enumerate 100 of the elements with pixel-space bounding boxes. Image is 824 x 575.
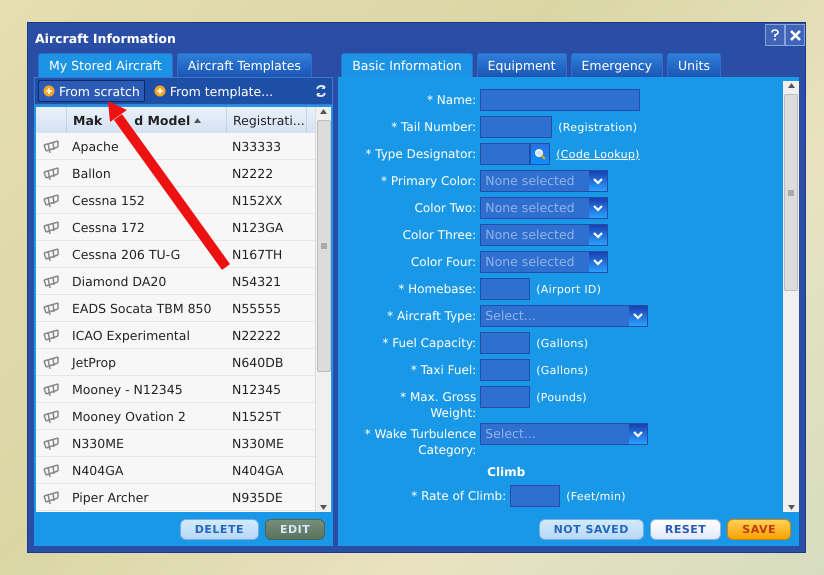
- field-label: * Wake Turbulence Category:: [364, 426, 476, 458]
- table-cell-text: N152XX: [231, 192, 284, 208]
- table-row[interactable]: Ballon N2222: [36, 160, 316, 187]
- table-cell-text: N1525T: [231, 408, 282, 424]
- tab[interactable]: Aircraft Templates: [176, 53, 312, 77]
- field-label: * Max. Gross Weight:: [399, 389, 476, 422]
- field-hint: (Gallons): [536, 336, 588, 350]
- tab[interactable]: Units: [667, 53, 721, 77]
- table-cell-text: N22222: [231, 328, 282, 342]
- field-label: * Tail Number:: [390, 119, 476, 136]
- text-input-field[interactable]: [480, 278, 530, 300]
- column-title: d Model: [134, 112, 190, 128]
- window-title: Aircraft Information: [34, 30, 176, 46]
- scroll-up-icon: [320, 109, 328, 114]
- table-row[interactable]: Piper Archer N935DE: [36, 484, 316, 511]
- text-input-field[interactable]: [480, 143, 530, 165]
- search-button[interactable]: [530, 143, 550, 165]
- scrollbar-thumb[interactable]: [784, 94, 798, 291]
- table-cell-text: N404GA: [231, 462, 284, 478]
- chevron-down-icon: [589, 225, 608, 245]
- table-cell-text: N33333: [231, 138, 282, 154]
- sort-ascending-icon: [194, 118, 202, 122]
- table-cell-text: JetProp: [70, 354, 118, 370]
- table-row[interactable]: Cessna 206 TU-G N167TH: [36, 241, 316, 268]
- table-cell-text: N167TH: [231, 246, 284, 262]
- table-cell-text: N640DB: [231, 354, 284, 370]
- table-cell-text: N2222: [231, 166, 274, 180]
- field-label: * Aircraft Type:: [386, 308, 476, 325]
- text-input-field[interactable]: [480, 89, 640, 111]
- scrollbar-grip-icon: [788, 190, 794, 196]
- table-cell-text: EADS Socata TBM 850: [71, 300, 212, 316]
- chevron-down-icon: [589, 171, 608, 191]
- text-input-field[interactable]: [480, 116, 552, 138]
- field-label: Color Two:: [414, 200, 476, 217]
- scrollbar[interactable]: [783, 81, 799, 512]
- field-label: * Type Designator:: [364, 146, 476, 163]
- table-cell-text: Cessna 172: [71, 220, 146, 234]
- table-row[interactable]: Mooney Ovation 2 N1525T: [36, 403, 316, 430]
- scroll-up-icon: [788, 83, 794, 88]
- table-row[interactable]: Mooney - N12345 N12345: [36, 376, 316, 403]
- tab[interactable]: Emergency: [570, 53, 664, 77]
- scrollbar-thumb[interactable]: [316, 120, 331, 372]
- help-icon: [771, 29, 779, 41]
- tab[interactable]: Equipment: [476, 53, 567, 77]
- table-cell-text: Mooney Ovation 2: [71, 408, 187, 424]
- field-label: * Rate of Climb:: [410, 488, 506, 505]
- field-label: Color Four:: [410, 254, 476, 271]
- search-icon: [534, 148, 546, 160]
- table-row[interactable]: ICAO Experimental N22222: [36, 322, 316, 349]
- tab[interactable]: Basic Information: [341, 53, 473, 77]
- action-button[interactable]: RESET: [650, 518, 722, 540]
- table-row[interactable]: Cessna 152 N152XX: [36, 187, 316, 214]
- chevron-down-icon: [629, 424, 648, 444]
- add-button[interactable]: From template...: [148, 80, 278, 102]
- add-button[interactable]: From scratch: [38, 80, 145, 102]
- table-row[interactable]: Diamond DA20 N54321: [36, 268, 316, 295]
- table-cell-text: N54321: [231, 274, 282, 288]
- table-cell-text: N123GA: [231, 220, 284, 234]
- table-row[interactable]: Cessna 172 N123GA: [36, 214, 316, 241]
- chevron-down-icon: [629, 306, 648, 326]
- close-button[interactable]: [785, 24, 805, 46]
- table-cell-text: Ballon: [71, 166, 112, 180]
- tab[interactable]: My Stored Aircraft: [38, 53, 173, 77]
- field-hint: (Feet/min): [566, 490, 626, 502]
- field-label: Color Three:: [402, 227, 476, 244]
- help-button[interactable]: [765, 24, 785, 46]
- text-input-field[interactable]: [510, 485, 560, 507]
- section-heading: Climb: [486, 465, 526, 479]
- field-hint: (Airport ID): [536, 282, 602, 296]
- column-title: Registrati...: [233, 112, 305, 128]
- field-label: * Name:: [426, 92, 476, 109]
- table-cell-text: Cessna 206 TU-G: [71, 246, 182, 262]
- table-cell-text: N55555: [231, 300, 282, 316]
- table-cell-text: Apache: [71, 138, 120, 154]
- field-label: * Taxi Fuel:: [410, 362, 476, 379]
- scroll-down-icon: [788, 505, 794, 510]
- table-cell-text: Cessna 152: [71, 192, 146, 208]
- chevron-down-icon: [589, 198, 608, 218]
- text-input-field[interactable]: [480, 332, 530, 354]
- table-row[interactable]: Apache N33333: [36, 133, 316, 160]
- column-title: Mak: [73, 112, 102, 128]
- table-cell-text: N330ME: [71, 436, 125, 450]
- scroll-down-icon: [320, 505, 328, 510]
- table-row[interactable]: N404GA N404GA: [36, 457, 316, 484]
- text-input-field[interactable]: [480, 386, 530, 408]
- table-row[interactable]: JetProp N640DB: [36, 349, 316, 376]
- plus-icon: [43, 85, 55, 97]
- scrollbar[interactable]: [315, 107, 332, 512]
- table-cell-text: N935DE: [231, 490, 284, 504]
- table-cell-text: Mooney - N12345: [71, 382, 184, 396]
- chevron-down-icon: [589, 252, 608, 272]
- text-input-field[interactable]: [480, 359, 530, 381]
- close-icon: [790, 30, 800, 40]
- field-label: * Homebase:: [397, 281, 476, 298]
- table-cell-text: N12345: [231, 382, 282, 396]
- field-label: * Fuel Capacity:: [381, 335, 476, 352]
- table-cell-text: Piper Archer: [71, 490, 150, 504]
- table-row[interactable]: EADS Socata TBM 850 N55555: [36, 295, 316, 322]
- refresh-icon[interactable]: [314, 84, 328, 98]
- table-row[interactable]: N330ME N330ME: [36, 430, 316, 457]
